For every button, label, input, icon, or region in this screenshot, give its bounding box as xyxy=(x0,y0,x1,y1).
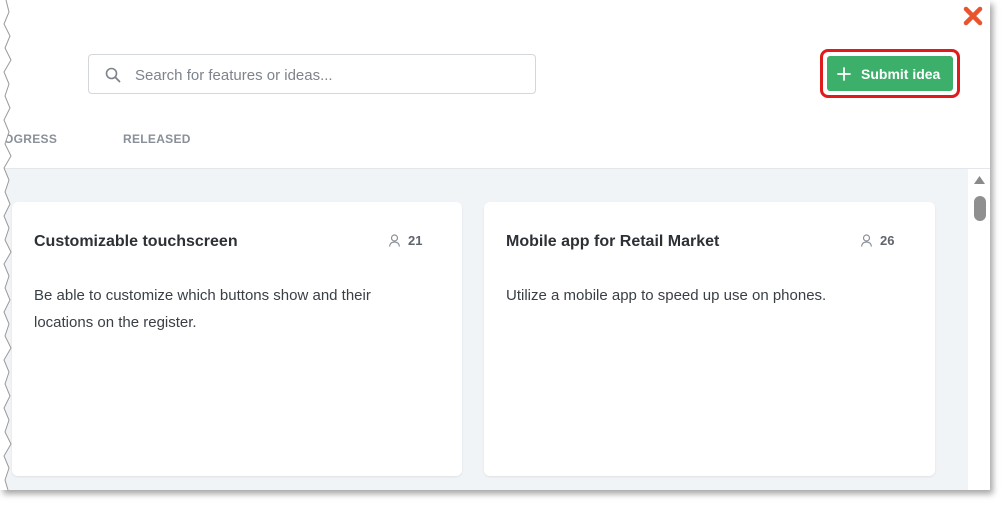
submit-idea-button[interactable]: Submit idea xyxy=(827,56,953,91)
search-box[interactable] xyxy=(88,54,536,95)
idea-description: Be able to customize which buttons show … xyxy=(34,287,371,331)
vertical-scrollbar[interactable] xyxy=(968,169,990,490)
search-icon xyxy=(105,67,121,83)
plus-icon xyxy=(837,66,851,81)
user-icon xyxy=(860,234,873,247)
scrollbar-thumb[interactable] xyxy=(974,196,986,221)
submit-idea-highlight: Submit idea xyxy=(820,49,960,98)
tab-released[interactable]: RELEASED xyxy=(123,132,191,146)
idea-title: Mobile app for Retail Market xyxy=(506,233,720,250)
close-icon xyxy=(963,6,983,26)
vote-count: 26 xyxy=(880,233,895,248)
idea-description: Utilize a mobile app to speed up use on … xyxy=(506,287,827,304)
submit-idea-label: Submit idea xyxy=(861,65,941,82)
search-input[interactable] xyxy=(133,55,527,95)
ideas-board: Customizable touchscreen 21 Be able to c… xyxy=(0,169,968,490)
scroll-up-arrow-icon[interactable] xyxy=(973,175,986,185)
vote-count-group: 21 xyxy=(388,233,422,248)
idea-card[interactable]: Mobile app for Retail Market 26 Utilize … xyxy=(484,202,935,476)
vote-count: 21 xyxy=(408,233,423,248)
torn-edge-decoration xyxy=(0,0,12,490)
user-icon xyxy=(388,234,401,247)
close-button[interactable] xyxy=(962,5,984,27)
idea-title: Customizable touchscreen xyxy=(34,233,238,250)
ideas-portal-window: Submit idea OGRESS RELEASED Customizable… xyxy=(0,0,990,490)
vote-count-group: 26 xyxy=(860,233,894,248)
idea-card[interactable]: Customizable touchscreen 21 Be able to c… xyxy=(12,202,462,476)
